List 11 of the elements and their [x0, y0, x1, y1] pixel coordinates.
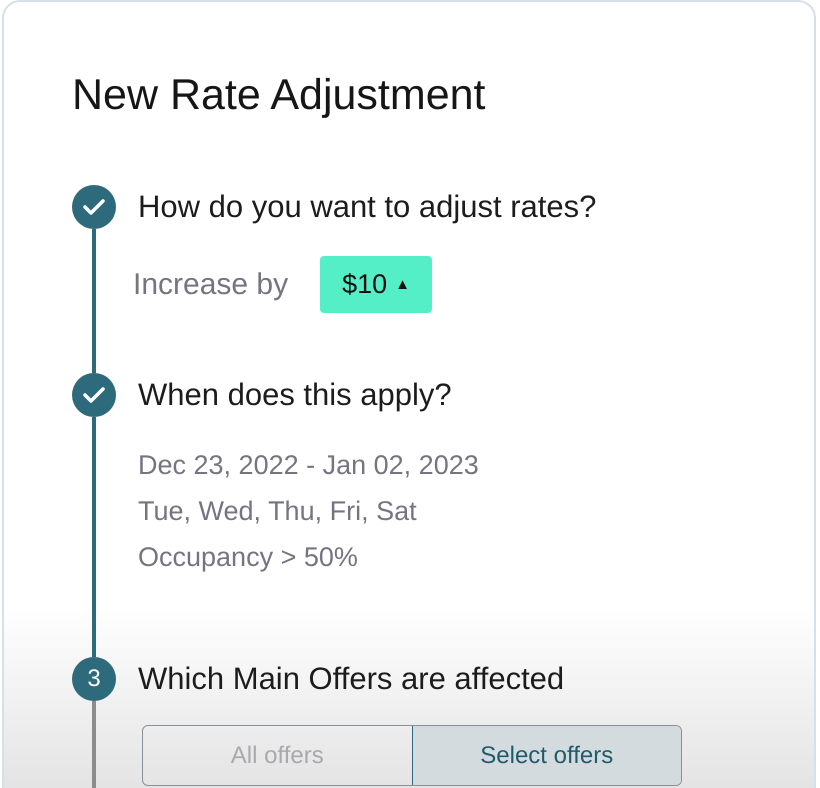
- offer-toggle[interactable]: Select offers: [412, 726, 681, 785]
- adjust-label: Increase by: [133, 268, 288, 302]
- step-title: When does this apply?: [138, 376, 453, 414]
- step-title: Which Main Offers are affected: [138, 660, 566, 698]
- summary-line: Tue, Wed, Thu, Fri, Sat: [138, 495, 418, 528]
- step-number: 3: [72, 657, 116, 701]
- step-title: How do you want to adjust rates?: [138, 188, 598, 226]
- summary-line: Occupancy > 50%: [138, 541, 359, 574]
- summary-line: Dec 23, 2022 - Jan 02, 2023: [138, 449, 480, 482]
- card-title: New Rate Adjustment: [72, 70, 486, 121]
- amount-badge[interactable]: $10 ▲: [320, 256, 432, 313]
